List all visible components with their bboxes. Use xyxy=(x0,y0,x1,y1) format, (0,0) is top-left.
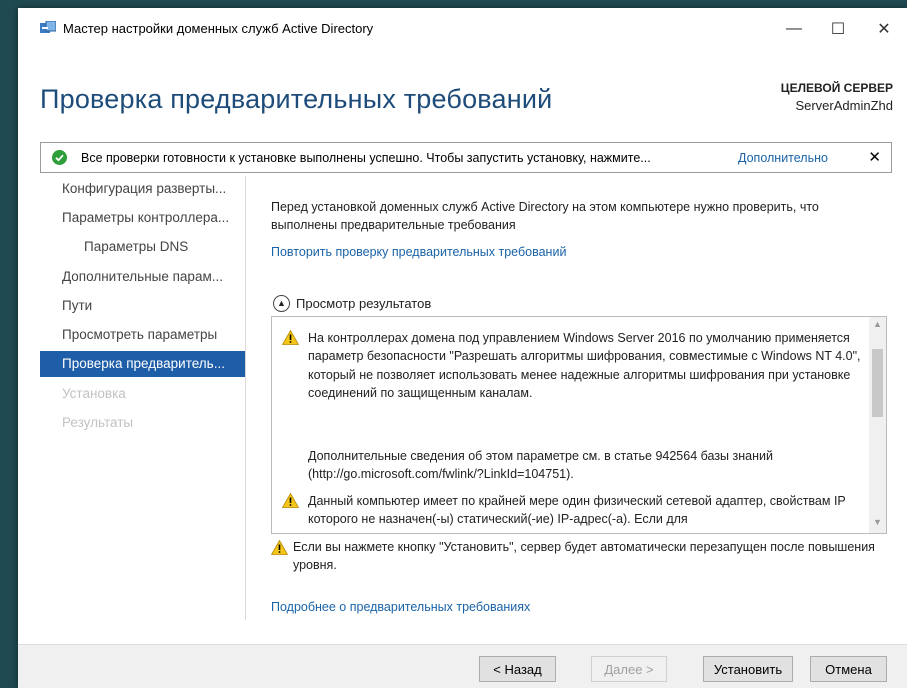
success-check-icon xyxy=(52,150,67,165)
next-button: Далее > xyxy=(591,656,667,682)
recheck-prerequisites-link[interactable]: Повторить проверку предварительных требо… xyxy=(271,245,566,259)
nav-item-dns-options[interactable]: Параметры DNS xyxy=(40,234,245,260)
warning-icon xyxy=(271,540,288,555)
wizard-window: Мастер настройки доменных служб Active D… xyxy=(18,8,907,688)
warning-icon xyxy=(282,330,299,345)
scroll-up-icon[interactable]: ▲ xyxy=(869,319,886,333)
nav-item-dc-options[interactable]: Параметры контроллера... xyxy=(40,205,245,231)
result-text: Данный компьютер имеет по крайней мере о… xyxy=(308,494,846,527)
nav-item-paths[interactable]: Пути xyxy=(40,293,245,319)
nav-item-review-options[interactable]: Просмотреть параметры xyxy=(40,322,245,348)
minimize-button[interactable]: — xyxy=(774,16,814,42)
scroll-down-icon[interactable]: ▼ xyxy=(869,517,886,531)
nav-item-deployment-config[interactable]: Конфигурация разверты... xyxy=(40,176,245,202)
nav-item-prerequisites-check[interactable]: Проверка предваритель... xyxy=(40,351,245,377)
server-manager-icon xyxy=(40,21,56,33)
nav-item-installation: Установка xyxy=(62,386,126,401)
notification-message: Все проверки готовности к установке выпо… xyxy=(81,151,651,165)
close-button[interactable]: ✕ xyxy=(864,16,904,42)
view-results-toggle[interactable]: ▲ Просмотр результатов xyxy=(273,293,431,313)
window-title: Мастер настройки доменных служб Active D… xyxy=(63,21,374,36)
page-title: Проверка предварительных требований xyxy=(40,84,553,114)
wizard-footer: < Назад Далее > Установить Отмена xyxy=(18,644,907,688)
nav-divider xyxy=(245,176,246,620)
maximize-button[interactable]: ☐ xyxy=(818,16,858,42)
install-button[interactable]: Установить xyxy=(703,656,793,682)
target-server-name: ServerAdminZhd xyxy=(795,98,893,113)
view-results-label: Просмотр результатов xyxy=(296,295,432,311)
results-scrollbar[interactable]: ▲ ▼ xyxy=(869,317,886,533)
result-text: На контроллерах домена под управлением W… xyxy=(308,331,861,400)
intro-text: Перед установкой доменных служб Active D… xyxy=(271,200,819,232)
nav-item-additional-options[interactable]: Дополнительные парам... xyxy=(40,264,245,290)
wizard-nav: Конфигурация разверты... Параметры контр… xyxy=(40,176,245,626)
more-details-link[interactable]: Дополнительно xyxy=(738,151,828,165)
results-panel[interactable]: На контроллерах домена под управлением W… xyxy=(271,316,887,534)
notification-bar: Все проверки готовности к установке выпо… xyxy=(40,142,892,173)
dismiss-notification-button[interactable]: ✕ xyxy=(868,148,881,166)
nav-item-results: Результаты xyxy=(62,415,134,430)
cancel-button[interactable]: Отмена xyxy=(810,656,887,682)
back-button[interactable]: < Назад xyxy=(479,656,556,682)
target-server-label: ЦЕЛЕВОЙ СЕРВЕР xyxy=(780,81,893,95)
learn-more-link[interactable]: Подробнее о предварительных требованиях xyxy=(271,600,530,614)
scroll-thumb[interactable] xyxy=(872,349,883,417)
result-text: Дополнительные сведения об этом параметр… xyxy=(308,449,773,482)
chevron-up-icon: ▲ xyxy=(273,294,290,312)
restart-warning-text: Если вы нажмете кнопку "Установить", сер… xyxy=(293,540,875,573)
title-bar[interactable]: Мастер настройки доменных служб Active D… xyxy=(18,8,907,50)
warning-icon xyxy=(282,493,299,508)
